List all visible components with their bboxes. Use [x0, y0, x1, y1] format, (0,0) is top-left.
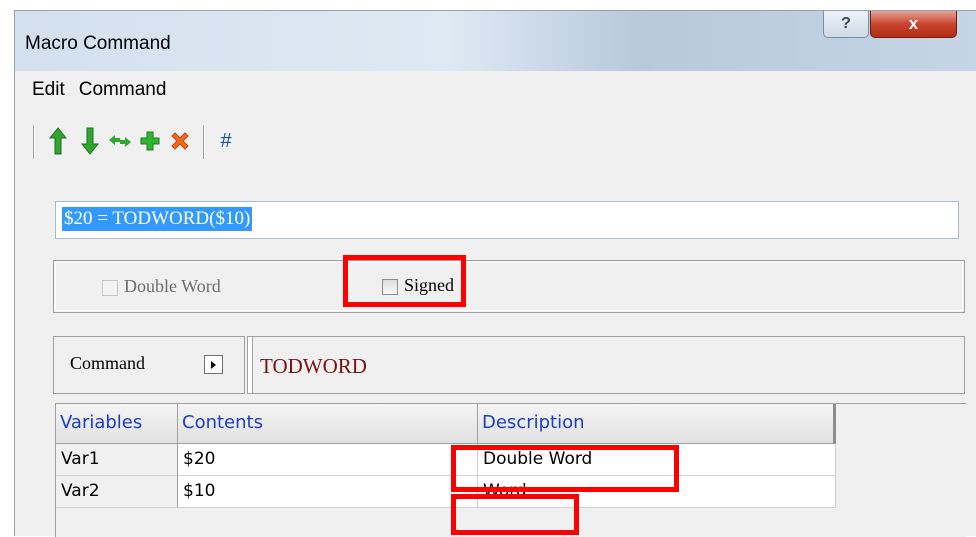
- close-button[interactable]: x: [870, 11, 957, 38]
- toolbar: #: [25, 121, 925, 161]
- options-group: Double Word Signed: [53, 260, 965, 313]
- command-select-button[interactable]: Command: [53, 336, 245, 394]
- signed-highlight-box: [343, 255, 466, 307]
- double-word-highlight-box: [451, 445, 679, 492]
- word-highlight-box: [451, 494, 579, 535]
- column-header-description[interactable]: Description: [478, 404, 836, 444]
- command-expression-field[interactable]: $20 = TODWORD($10): [55, 201, 959, 239]
- menu-command[interactable]: Command: [72, 77, 174, 107]
- move-up-icon[interactable]: [43, 124, 73, 158]
- add-icon[interactable]: [135, 124, 165, 158]
- command-button-label: Command: [70, 353, 145, 373]
- command-expression-text: $20 = TODWORD($10): [62, 207, 253, 231]
- table-row-variable[interactable]: Var1: [56, 444, 178, 476]
- hash-icon[interactable]: #: [211, 124, 241, 158]
- double-word-label: Double Word: [124, 276, 221, 296]
- command-name: TODWORD: [260, 354, 367, 378]
- expand-arrow-icon[interactable]: [204, 355, 223, 374]
- table-cell-contents[interactable]: $10: [178, 476, 478, 508]
- double-word-checkbox[interactable]: [102, 280, 118, 296]
- replace-icon[interactable]: [105, 124, 135, 158]
- delete-icon[interactable]: [165, 124, 195, 158]
- column-header-variables[interactable]: Variables: [56, 404, 178, 444]
- move-down-icon[interactable]: [75, 124, 105, 158]
- toolbar-separator: [203, 125, 205, 159]
- help-button[interactable]: ?: [823, 11, 869, 38]
- title-bar: Macro Command ? x: [15, 11, 976, 71]
- column-header-contents[interactable]: Contents: [178, 404, 478, 444]
- table-cell-contents[interactable]: $20: [178, 444, 478, 476]
- window-title: Macro Command: [25, 33, 171, 54]
- menu-edit[interactable]: Edit: [25, 77, 72, 107]
- table-row-variable[interactable]: Var2: [56, 476, 178, 508]
- toolbar-separator: [33, 125, 35, 159]
- menu-bar: Edit Command: [25, 77, 173, 107]
- command-name-display: TODWORD: [247, 336, 965, 394]
